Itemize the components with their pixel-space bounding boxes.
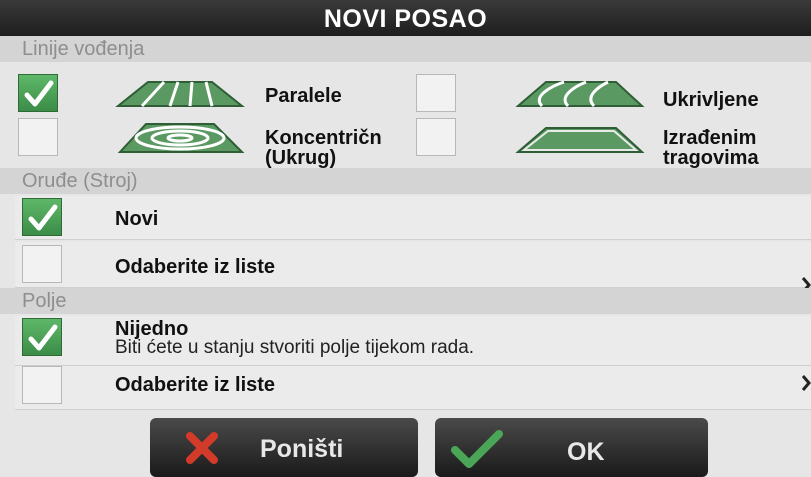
cancel-button[interactable]: Poništi — [150, 418, 418, 477]
checkbox-implement-select[interactable] — [22, 245, 62, 283]
cancel-x-icon — [186, 432, 218, 464]
option-label-track: Izrađenim tragovima — [663, 128, 759, 168]
option-label-curved: Ukrivljene — [663, 89, 759, 111]
chevron-right-icon — [801, 375, 811, 391]
checkbox-track[interactable] — [416, 118, 456, 156]
trapezoid-track-icon — [515, 127, 645, 153]
checkmark-icon — [28, 204, 58, 231]
section-header-guidance: Linije vođenja — [0, 36, 811, 62]
checkbox-field-none[interactable] — [22, 318, 62, 356]
checkbox-curved[interactable] — [416, 74, 456, 112]
row-label-new: Novi — [115, 208, 159, 230]
section-header-field: Polje — [0, 288, 811, 314]
page-title: NOVI POSAO — [0, 0, 811, 36]
option-label-concentric: Koncentričn (Ukrug) — [265, 128, 413, 168]
option-label-concentric-line2: (Ukrug) — [265, 147, 337, 168]
new-job-screen: NOVI POSAO Linije vođenja Paralele Ukriv… — [0, 0, 811, 477]
curved-lines-icon — [515, 80, 645, 108]
list-item-field-none[interactable]: Nijedno Biti ćete u stanju stvoriti polj… — [15, 316, 811, 366]
checkmark-icon — [28, 324, 58, 351]
row-sublabel-none: Biti ćete u stanju stvoriti polje tijeko… — [115, 337, 475, 358]
list-item-implement-select[interactable]: Odaberite iz liste — [15, 242, 811, 293]
row-label-select-field: Odaberite iz liste — [115, 374, 276, 396]
checkmark-icon — [451, 430, 503, 468]
cancel-button-label: Poništi — [260, 435, 344, 463]
ok-button-label: OK — [567, 438, 605, 466]
checkbox-concentric[interactable] — [18, 118, 58, 156]
option-label-track-line2: tragovima — [663, 147, 759, 169]
list-item-implement-new[interactable]: Novi — [15, 196, 811, 240]
section-header-implement: Oruđe (Stroj) — [0, 168, 811, 194]
row-label-select-implement: Odaberite iz liste — [115, 256, 276, 278]
checkbox-parallel[interactable] — [18, 74, 58, 112]
concentric-circles-icon — [117, 123, 245, 153]
option-label-parallel: Paralele — [265, 85, 342, 107]
list-item-field-select[interactable]: Odaberite iz liste — [15, 366, 811, 410]
checkbox-implement-new[interactable] — [22, 198, 62, 236]
checkbox-field-select[interactable] — [22, 366, 62, 404]
parallel-lines-icon — [115, 80, 245, 108]
checkmark-icon — [24, 80, 54, 107]
ok-button[interactable]: OK — [435, 418, 708, 477]
option-label-track-line1: Izrađenim — [663, 127, 757, 149]
option-label-concentric-line1: Koncentričn — [265, 128, 382, 149]
